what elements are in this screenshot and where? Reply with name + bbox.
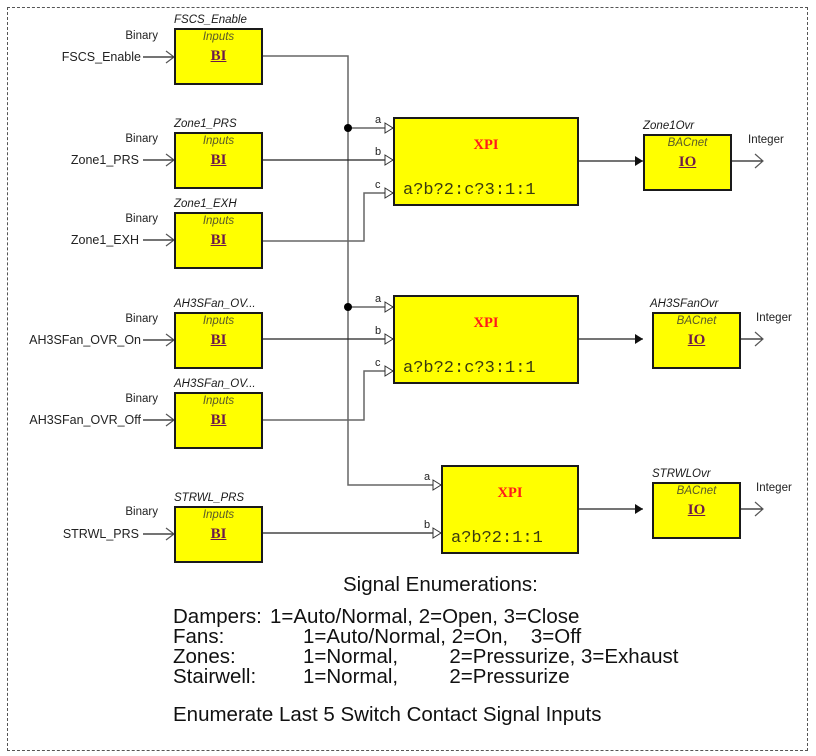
pin-marker (384, 154, 394, 166)
xpi-block-name[interactable]: XPI (395, 315, 577, 332)
io-block-kind[interactable]: IO (654, 502, 739, 519)
xpi-expression: a?b?2:c?3:1:1 (403, 359, 536, 378)
io-block-title: Zone1Ovr (643, 120, 695, 132)
xpi-pin-label: a (424, 471, 431, 483)
xpi-block-ah3sfan[interactable]: XPI a?b?2:c?3:1:1 (393, 295, 579, 384)
xpi-block-strwl[interactable]: XPI a?b?2:1:1 (441, 465, 579, 554)
output-type-label: Integer (756, 482, 792, 494)
bi-block-kind[interactable]: BI (176, 232, 261, 249)
output-type-label: Integer (748, 134, 784, 146)
input-signal-label: FSCS_Enable (61, 50, 141, 64)
bi-block-title: Zone1_PRS (174, 118, 237, 130)
xpi-block-name[interactable]: XPI (395, 137, 577, 154)
pin-marker (432, 479, 442, 491)
io-block-kind[interactable]: IO (645, 154, 730, 171)
xpi-pin-label: a (375, 114, 382, 126)
bi-block-kind[interactable]: BI (176, 48, 261, 65)
input-type-label: Binary (125, 213, 158, 225)
xpi-pin-label: c (375, 179, 381, 191)
output-type-label: Integer (756, 312, 792, 324)
xpi-expression: a?b?2:c?3:1:1 (403, 181, 536, 200)
wire-bi5-to-xpi2-c (262, 370, 393, 421)
legend-row-values: 1=Normal, 2=Pressurize (303, 665, 570, 688)
bi-block-subtitle: Inputs (202, 215, 235, 227)
pin-marker (384, 365, 394, 377)
io-arrowheads (635, 156, 643, 514)
bi-block-subtitle: Inputs (202, 395, 235, 407)
input-type-label: Binary (125, 30, 158, 42)
bi-block-kind[interactable]: BI (176, 152, 261, 169)
bi-block-title: Zone1_EXH (174, 198, 237, 210)
io-block-subtitle: BACnet (676, 485, 717, 497)
bi-block-ah3sfan-ovr-off[interactable]: Inputs BI (174, 392, 263, 449)
pin-marker (384, 122, 394, 134)
arrowhead-io2 (635, 334, 643, 344)
input-type-label: Binary (125, 133, 158, 145)
xpi-pin-label: b (375, 146, 382, 158)
junction-dot (344, 303, 352, 311)
bi-block-subtitle: Inputs (202, 135, 235, 147)
bi-block-fscs-enable[interactable]: Inputs BI (174, 28, 263, 85)
legend-row-name: Stairwell: (173, 665, 257, 688)
legend-title: Signal Enumerations: (343, 573, 538, 596)
bi-block-ah3sfan-ovr-on[interactable]: Inputs BI (174, 312, 263, 369)
io-block-title: STRWLOvr (652, 468, 711, 480)
bi-block-title: AH3SFan_OV... (174, 378, 256, 390)
input-signal-wires (143, 50, 175, 541)
io-block-subtitle: BACnet (667, 137, 708, 149)
arrowhead-io1 (635, 156, 643, 166)
bi-block-subtitle: Inputs (202, 509, 235, 521)
io-block-zone1ovr[interactable]: BACnet IO (643, 134, 732, 191)
bi-block-title: FSCS_Enable (174, 14, 247, 26)
input-signal-label: AH3SFan_OVR_On (29, 333, 141, 347)
input-type-label: Binary (125, 393, 158, 405)
io-block-strwlovr[interactable]: BACnet IO (652, 482, 741, 539)
diagram-canvas: Binary FSCS_Enable FSCS_Enable Inputs BI… (0, 0, 816, 756)
pin-marker (432, 527, 442, 539)
io-block-subtitle: BACnet (676, 315, 717, 327)
xpi-pin-label: a (375, 293, 382, 305)
io-block-ah3sfanovr[interactable]: BACnet IO (652, 312, 741, 369)
pin-marker (384, 187, 394, 199)
xpi-pin-label: c (375, 357, 381, 369)
io-block-title: AH3SFanOvr (650, 298, 719, 310)
bi-block-zone1-exh[interactable]: Inputs BI (174, 212, 263, 269)
bi-block-title: STRWL_PRS (174, 492, 245, 504)
xpi-pin-label: b (424, 519, 431, 531)
bi-block-zone1-prs[interactable]: Inputs BI (174, 132, 263, 189)
bi-block-strwl-prs[interactable]: Inputs BI (174, 506, 263, 563)
xpi-block-zone1[interactable]: XPI a?b?2:c?3:1:1 (393, 117, 579, 206)
xpi-expression: a?b?2:1:1 (451, 529, 543, 548)
pin-marker (384, 333, 394, 345)
xpi-pin-label: b (375, 325, 382, 337)
arrowhead-io3 (635, 504, 643, 514)
pin-marker (384, 301, 394, 313)
bi-block-subtitle: Inputs (202, 315, 235, 327)
input-signal-label: AH3SFan_OVR_Off (29, 413, 141, 427)
input-type-label: Binary (125, 313, 158, 325)
input-signal-label: Zone1_EXH (70, 233, 139, 247)
junction-dot (344, 124, 352, 132)
legend-footer: Enumerate Last 5 Switch Contact Signal I… (173, 703, 602, 726)
io-block-kind[interactable]: IO (654, 332, 739, 349)
input-signal-label: Zone1_PRS (70, 153, 139, 167)
bi-block-kind[interactable]: BI (176, 412, 261, 429)
input-signal-label: STRWL_PRS (62, 527, 139, 541)
bi-block-subtitle: Inputs (202, 31, 235, 43)
bi-block-kind[interactable]: BI (176, 332, 261, 349)
wire-bi3-to-xpi1-c (262, 192, 393, 242)
input-type-label: Binary (125, 506, 158, 518)
bi-block-title: AH3SFan_OV... (174, 298, 256, 310)
bi-block-kind[interactable]: BI (176, 526, 261, 543)
xpi-block-name[interactable]: XPI (443, 485, 577, 502)
